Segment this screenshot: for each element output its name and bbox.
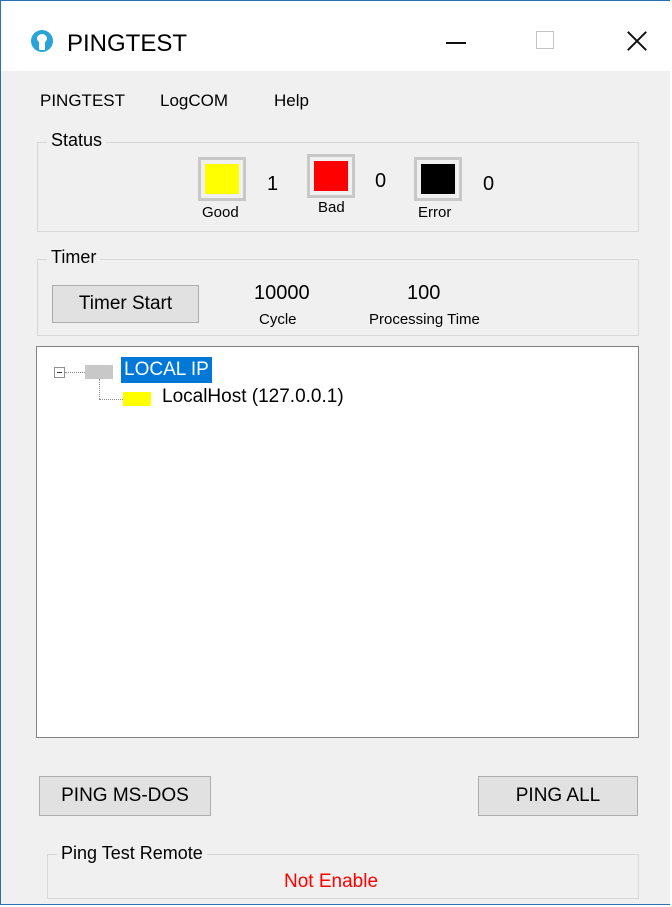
bad-indicator [307, 154, 355, 198]
good-count: 1 [267, 173, 279, 195]
maximize-button[interactable] [516, 19, 576, 63]
menu-help[interactable]: Help [274, 91, 309, 111]
tree-connector [65, 372, 85, 373]
window-title: PINGTEST [67, 30, 188, 57]
collapse-icon[interactable] [54, 367, 65, 378]
app-window: PINGTEST PINGTEST LogCOM Help Status 1 G… [0, 0, 671, 905]
menu-bar: PINGTEST LogCOM Help [1, 83, 671, 117]
bad-swatch [314, 161, 348, 191]
child-node-icon [123, 392, 151, 406]
good-swatch [205, 164, 239, 194]
bad-count: 0 [375, 170, 387, 192]
ping-remote-title: Ping Test Remote [57, 843, 207, 864]
menu-logcom[interactable]: LogCOM [160, 91, 228, 111]
tree-connector-vertical [99, 379, 100, 399]
good-indicator [198, 157, 246, 201]
bad-label: Bad [318, 199, 345, 216]
ping-remote-group: Ping Test Remote Not Enable [47, 843, 639, 899]
good-label: Good [202, 204, 239, 221]
error-count: 0 [483, 173, 495, 195]
cycle-label: Cycle [259, 311, 297, 328]
tree-connector-child [99, 399, 123, 400]
timer-start-button[interactable]: Timer Start [52, 285, 199, 323]
menu-pingtest[interactable]: PINGTEST [40, 91, 125, 111]
ping-all-button[interactable]: PING ALL [478, 776, 638, 816]
error-indicator [414, 157, 462, 201]
status-group-title: Status [47, 130, 107, 151]
app-icon [31, 30, 53, 52]
minimize-button[interactable] [426, 19, 486, 63]
cycle-value: 10000 [254, 282, 310, 304]
close-button[interactable] [606, 19, 666, 63]
processing-time-label: Processing Time [369, 311, 480, 328]
status-group: Status 1 Good 0 Bad 0 Error [37, 130, 639, 232]
title-bar[interactable]: PINGTEST [1, 1, 671, 71]
remote-status: Not Enable [284, 871, 379, 892]
error-label: Error [418, 204, 452, 221]
processing-time-value: 100 [407, 282, 441, 304]
error-swatch [421, 164, 455, 194]
tree-node-local-ip[interactable]: LOCAL IP [121, 357, 212, 383]
timer-group: Timer Timer Start 10000 Cycle 100 Proces… [37, 247, 639, 336]
root-node-icon [85, 365, 113, 379]
ip-tree-view[interactable]: LOCAL IP LocalHost (127.0.0.1) [36, 346, 639, 738]
tree-node-localhost[interactable]: LocalHost (127.0.0.1) [159, 384, 347, 410]
ping-ms-dos-button[interactable]: PING MS-DOS [39, 776, 211, 816]
timer-group-title: Timer [47, 247, 101, 268]
